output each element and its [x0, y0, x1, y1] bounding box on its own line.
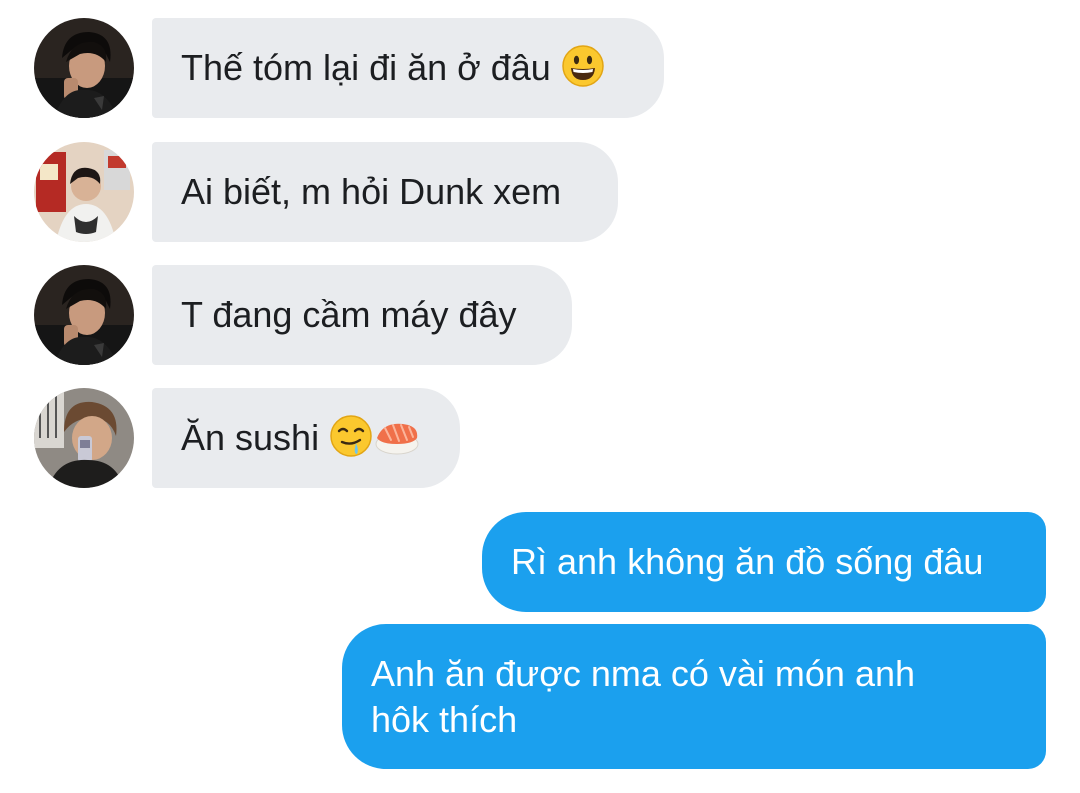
drooling-face-icon	[329, 414, 373, 458]
message-bubble[interactable]: Rì anh không ăn đồ sống đâu	[482, 512, 1046, 612]
message-bubble[interactable]: Thế tóm lại đi ăn ở đâu	[152, 18, 664, 118]
sushi-icon	[373, 414, 421, 458]
avatar-shop-background-icon	[34, 142, 134, 242]
avatar[interactable]	[34, 142, 134, 242]
avatar[interactable]	[34, 388, 134, 488]
message-text: Thế tóm lại đi ăn ở đâu	[181, 47, 551, 88]
message-text-line-1: Anh ăn được nma có vài món anh	[371, 653, 916, 694]
avatar[interactable]	[34, 18, 134, 118]
message-bubble[interactable]: T đang cầm máy đây	[152, 265, 572, 365]
message-bubble[interactable]: Ăn sushi	[152, 388, 460, 488]
message-text: T đang cầm máy đây	[181, 294, 517, 335]
message-text: Ai biết, m hỏi Dunk xem	[181, 171, 562, 212]
message-bubble[interactable]: Ai biết, m hỏi Dunk xem	[152, 142, 618, 242]
avatar-dark-hair-icon	[34, 265, 134, 365]
message-text-line-2: hôk thích	[371, 699, 518, 740]
avatar-dark-hair-icon	[34, 18, 134, 118]
message-bubble[interactable]: Anh ăn được nma có vài món anh hôk thích	[342, 624, 1046, 769]
avatar-mirror-selfie-icon	[34, 388, 134, 488]
message-text: Ăn sushi	[181, 417, 320, 458]
message-text: Rì anh không ăn đồ sống đâu	[511, 541, 984, 582]
avatar[interactable]	[34, 265, 134, 365]
grinning-face-icon	[561, 44, 605, 88]
